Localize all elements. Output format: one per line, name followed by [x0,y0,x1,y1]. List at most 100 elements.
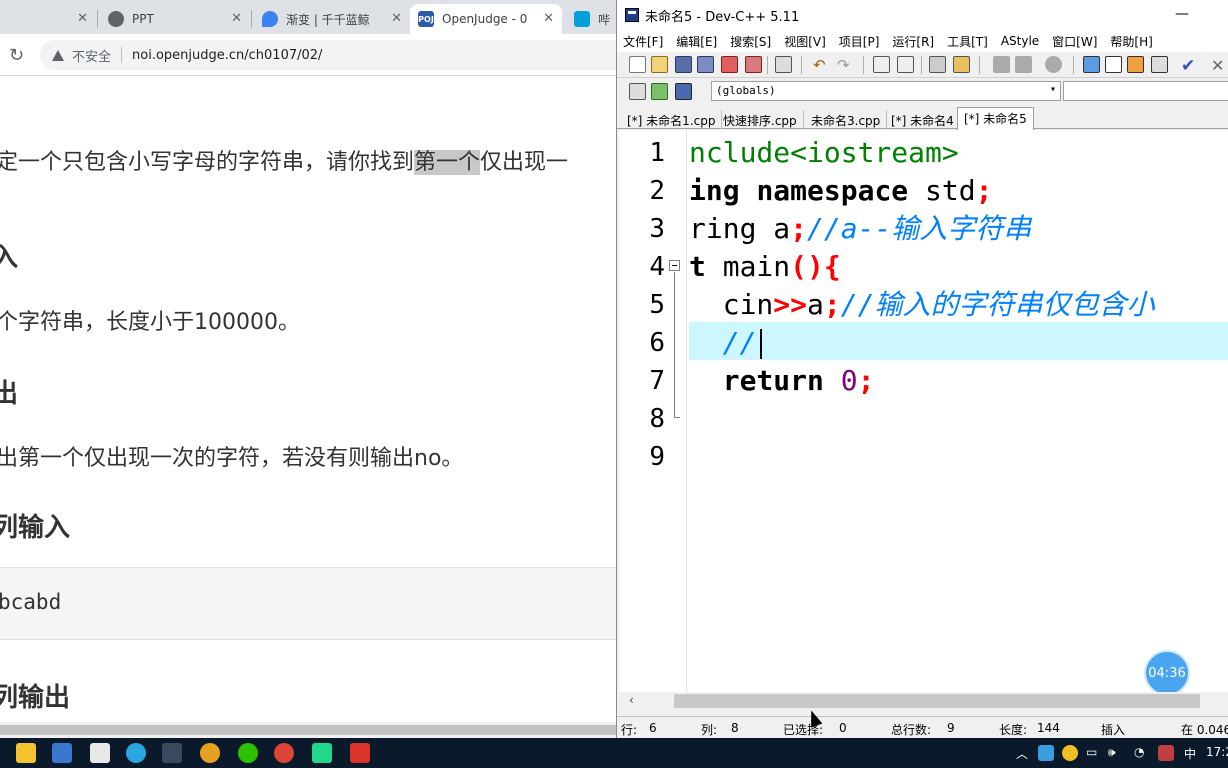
scrollbar-thumb[interactable] [0,725,616,735]
chrome-icon[interactable] [274,743,294,763]
close-icon[interactable]: ✕ [391,11,402,26]
close-icon[interactable]: ✕ [231,11,242,26]
page-horizontal-scrollbar[interactable] [0,722,616,738]
qq-icon[interactable] [1062,745,1078,761]
close-icon[interactable]: ✕ [543,11,554,26]
fold-toggle-icon[interactable] [669,260,680,271]
browser-q-icon[interactable] [126,743,146,763]
menu-help[interactable]: 帮助[H] [1110,33,1152,50]
file-tab-1[interactable]: [*] 未命名1.cpp [621,110,723,129]
goto-line-icon[interactable] [929,56,946,73]
menu-tools[interactable]: 工具[T] [947,33,988,50]
redo-icon[interactable]: ↷ [837,56,854,74]
scroll-left-icon[interactable]: ‹ [629,693,634,707]
ime-indicator[interactable]: 中 [1184,745,1196,762]
close-icon[interactable]: ✕ [77,11,88,26]
line-number: 4 [649,252,665,282]
project-icon[interactable] [629,83,646,100]
security-tray-icon[interactable] [1158,745,1174,761]
new-file-icon[interactable] [629,56,646,73]
window-title: 未命名5 - Dev-C++ 5.11 [645,9,800,25]
menu-astyle[interactable]: AStyle [1001,34,1039,48]
battery-icon[interactable]: ▭ [1086,745,1097,759]
browser-tab-ppt[interactable]: PPT ✕ [100,4,250,34]
browser-tab-bilibili[interactable]: 哔 [566,4,616,34]
check-icon[interactable]: ✔ [1181,56,1198,76]
reload-icon[interactable]: ↻ [9,45,24,66]
compile-icon[interactable] [1083,56,1100,73]
wechat-icon[interactable] [238,743,258,763]
print-icon[interactable] [775,56,792,73]
editor-horizontal-scrollbar[interactable]: ‹ [619,692,1228,710]
stop-icon[interactable] [1045,56,1062,73]
devcpp-taskbar-icon[interactable] [162,743,182,763]
volume-icon[interactable]: 🕪 [1108,745,1116,760]
code-line-7[interactable]: return 0; [689,362,875,400]
pycharm-icon[interactable] [312,743,332,763]
rebuild-icon[interactable] [1151,56,1168,73]
find-icon[interactable] [873,56,890,73]
menu-window[interactable]: 窗口[W] [1052,33,1097,50]
scrollbar-thumb[interactable] [674,694,1200,708]
address-bar[interactable]: 不安全 noi.openjudge.cn/ch0107/02/ [40,40,616,70]
file-tab-3[interactable]: 未命名3.cpp [805,110,888,129]
mail-icon[interactable] [90,743,110,763]
close-all-icon[interactable] [745,56,762,73]
remove-file-icon[interactable] [675,83,692,100]
menu-run[interactable]: 运行[R] [892,33,934,50]
nav-forward-icon[interactable] [1015,56,1032,73]
code-line-4[interactable]: t main(){ [689,248,841,286]
run-icon[interactable] [1105,56,1122,73]
store-icon[interactable] [52,743,72,763]
code-editor[interactable]: 1 2 3 4 5 6 7 8 9 nclude<iostream> ing n… [619,130,1228,692]
add-file-icon[interactable] [651,83,668,100]
menu-view[interactable]: 视图[V] [784,33,826,50]
file-tab-5[interactable]: [*] 未命名5 [957,107,1034,130]
status-row-label: 行: [621,723,638,737]
save-all-icon[interactable] [697,56,714,73]
code-line-5[interactable]: cin>>a;//输入的字符串仅包含小 [689,286,1155,324]
tray-chevron-icon[interactable]: ︿ [1016,745,1028,762]
browser-tab-openjudge[interactable]: POJ OpenJudge - 0 ✕ [410,4,562,34]
line-number: 5 [649,290,665,320]
recording-timer-badge[interactable]: 04:36 [1144,650,1190,692]
nav-back-icon[interactable] [993,56,1010,73]
file-tab-2[interactable]: 快速排序.cpp [717,110,804,129]
menu-edit[interactable]: 编辑[E] [676,33,717,50]
save-icon[interactable] [675,56,692,73]
scope-dropdown[interactable]: (globals) ▾ [711,81,1061,101]
close-file-icon[interactable] [721,56,738,73]
open-file-icon[interactable] [651,56,668,73]
undo-icon[interactable]: ↶ [813,56,830,74]
close-icon[interactable]: ✕ [1211,56,1228,75]
browser-tab-gradient[interactable]: 渐变 | 千千蓝鲸 ✕ [254,4,410,34]
code-line-6[interactable]: // [689,324,763,362]
url-text[interactable]: noi.openjudge.cn/ch0107/02/ [132,48,322,63]
code-line-1[interactable]: nclude<iostream> [689,134,959,172]
system-clock[interactable]: 17:2 [1206,745,1228,759]
code-line-2[interactable]: ing namespace std; [689,172,992,210]
toolbar-separator [1073,56,1074,74]
file-tab-4[interactable]: [*] 未命名4 [885,110,961,129]
indent-icon[interactable] [953,56,970,73]
app-icon[interactable] [200,743,220,763]
compile-run-icon[interactable] [1127,56,1144,73]
warning-icon[interactable] [52,49,64,61]
menu-file[interactable]: 文件[F] [623,33,663,50]
minimize-icon[interactable]: — [1175,6,1189,22]
status-insert-mode: 插入 [1101,723,1126,737]
chevron-down-icon[interactable]: ▾ [1050,84,1056,95]
line-number: 8 [649,404,665,434]
replace-icon[interactable] [897,56,914,73]
security-label[interactable]: 不安全 [72,46,111,65]
code-line-3[interactable]: ring a;//a--输入字符串 [689,210,1031,248]
file-explorer-icon[interactable] [16,743,36,763]
menu-project[interactable]: 项目[P] [839,33,880,50]
browser-tab-prev[interactable]: ✕ [0,4,96,34]
network-icon[interactable]: ◔ [1134,745,1144,759]
tray-app-icon[interactable] [1038,745,1054,761]
member-dropdown[interactable] [1063,81,1228,101]
status-lines: 9 [947,721,955,735]
menu-search[interactable]: 搜索[S] [730,33,771,50]
wps-icon[interactable] [350,743,370,763]
